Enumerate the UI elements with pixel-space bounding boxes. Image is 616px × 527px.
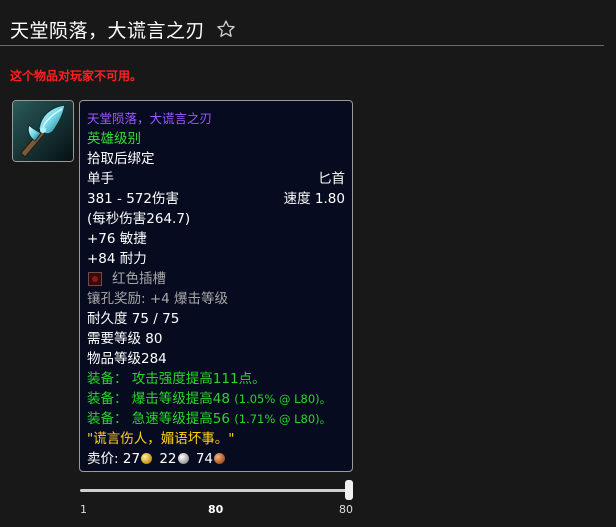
equip-text: 爆击等级提高48 xyxy=(131,391,230,407)
sell-gold: 27 xyxy=(122,451,141,467)
slider-value-label: 80 xyxy=(208,503,224,516)
unavailable-warning: 这个物品对玩家不可用。 xyxy=(10,69,143,83)
sell-label: 卖价: xyxy=(87,451,119,467)
equip-note: (1.05% @ L80)。 xyxy=(234,392,332,406)
header: 天堂陨落，大谎言之刃 xyxy=(10,14,616,44)
equip-note: (1.71% @ L80)。 xyxy=(234,412,332,426)
flavor-text: "谎言伤人，媚语坏事。" xyxy=(87,431,235,447)
stat-stamina: +84 耐力 xyxy=(87,251,147,267)
item-slot: 单手 xyxy=(87,171,114,187)
equip-label: 装备： xyxy=(87,371,128,387)
red-socket-icon xyxy=(88,272,102,286)
item-speed: 速度 1.80 xyxy=(283,191,345,207)
page-title: 天堂陨落，大谎言之刃 xyxy=(10,19,206,42)
equip-effect: 装备： 攻击强度提高111点。 xyxy=(87,369,345,389)
required-level: 需要等级 80 xyxy=(87,331,163,347)
equip-label: 装备： xyxy=(87,411,128,427)
socket-bonus: 镶孔奖励: +4 爆击等级 xyxy=(87,291,229,307)
damage-row: 381 - 572伤害 速度 1.80 xyxy=(87,189,345,209)
item-binding: 拾取后绑定 xyxy=(87,151,155,167)
item-quality: 英雄级别 xyxy=(87,131,141,147)
item-durability: 耐久度 75 / 75 xyxy=(87,311,180,327)
equip-text: 攻击强度提高111点。 xyxy=(131,371,266,387)
level-slider-track[interactable] xyxy=(80,489,352,492)
socket-label: 红色插槽 xyxy=(112,271,166,287)
sell-silver: 22 xyxy=(159,451,177,467)
axe-weapon-icon[interactable] xyxy=(12,100,74,162)
item-dps: (每秒伤害264.7) xyxy=(87,211,191,227)
sell-copper: 74 xyxy=(195,451,214,467)
equip-text: 急速等级提高56 xyxy=(131,411,230,427)
equip-effect: 装备： 爆击等级提高48 (1.05% @ L80)。 xyxy=(87,389,345,409)
header-divider xyxy=(0,45,604,46)
copper-coin-icon xyxy=(214,453,226,464)
item-name: 天堂陨落，大谎言之刃 xyxy=(87,111,213,126)
sell-price: 卖价: 27 22 74 xyxy=(87,449,345,469)
slot-row: 单手 匕首 xyxy=(87,169,345,189)
socket-row: 红色插槽 xyxy=(87,269,345,289)
favorite-star-icon[interactable] xyxy=(215,18,237,40)
silver-coin-icon xyxy=(177,453,189,464)
equip-effect: 装备： 急速等级提高56 (1.71% @ L80)。 xyxy=(87,409,345,429)
item-tooltip: 天堂陨落，大谎言之刃 英雄级别 拾取后绑定 单手 匕首 381 - 572伤害 … xyxy=(79,100,353,472)
level-slider-thumb[interactable] xyxy=(345,480,353,500)
gold-coin-icon xyxy=(141,453,153,464)
slider-max-label: 80 xyxy=(339,503,353,516)
item-level: 物品等级284 xyxy=(87,351,167,367)
stat-agility: +76 敏捷 xyxy=(87,231,147,247)
equip-label: 装备： xyxy=(87,391,128,407)
slider-min-label: 1 xyxy=(80,503,87,516)
item-type: 匕首 xyxy=(318,171,345,187)
item-damage: 381 - 572伤害 xyxy=(87,191,179,207)
